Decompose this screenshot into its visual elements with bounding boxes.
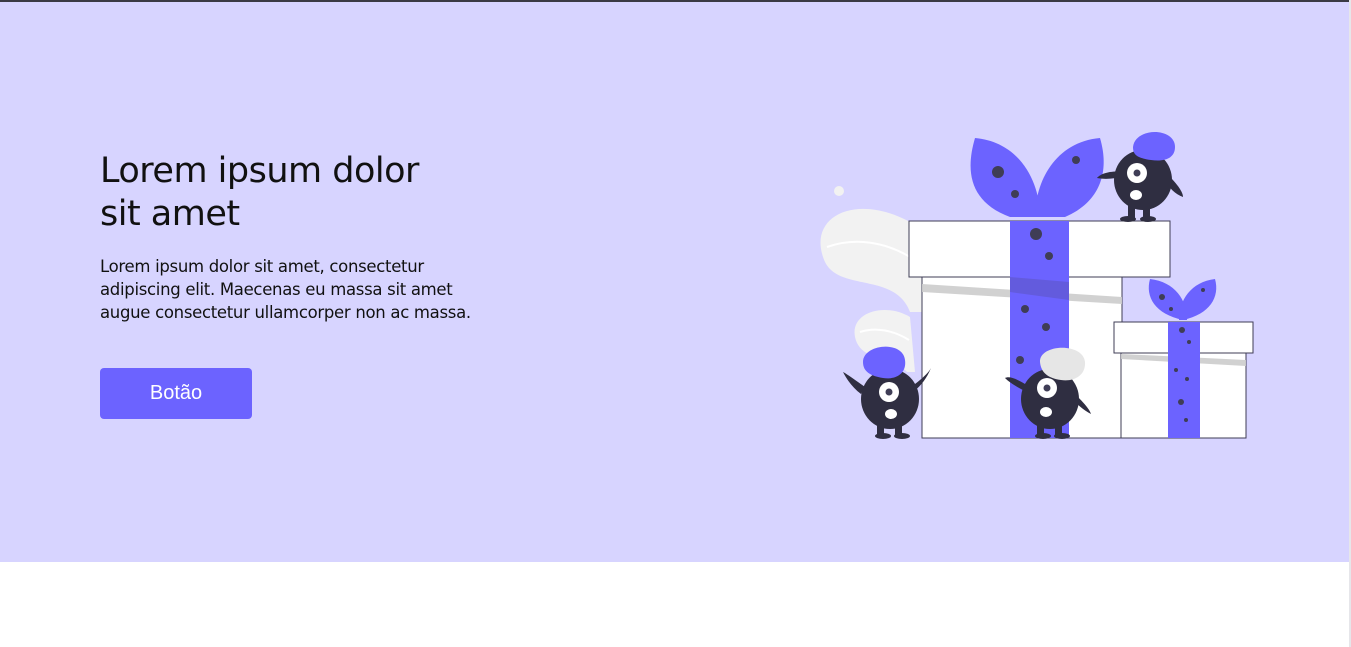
hero-title-line2: sit amet — [100, 194, 240, 234]
gift-illustration-icon — [820, 132, 1254, 439]
hero-description: Lorem ipsum dolor sit amet, consectetur … — [100, 257, 471, 322]
cta-button[interactable]: Botão — [100, 368, 252, 419]
monster-bottom-left — [843, 346, 931, 439]
big-gift-bow-left — [970, 138, 1040, 217]
hero-title: Lorem ipsum dolor sit amet — [100, 150, 420, 236]
monster-top-right — [1097, 132, 1183, 222]
hero-title-line1: Lorem ipsum dolor — [100, 151, 419, 191]
small-gift-bow-right — [1179, 279, 1217, 320]
hero-section: Lorem ipsum dolor sit amet Lorem ipsum do… — [0, 2, 1349, 562]
small-gift-ribbon — [1168, 322, 1200, 438]
big-gift-bow-right — [1035, 138, 1104, 217]
hero-text-block: Lorem ipsum dolor sit amet Lorem ipsum do… — [100, 150, 500, 324]
